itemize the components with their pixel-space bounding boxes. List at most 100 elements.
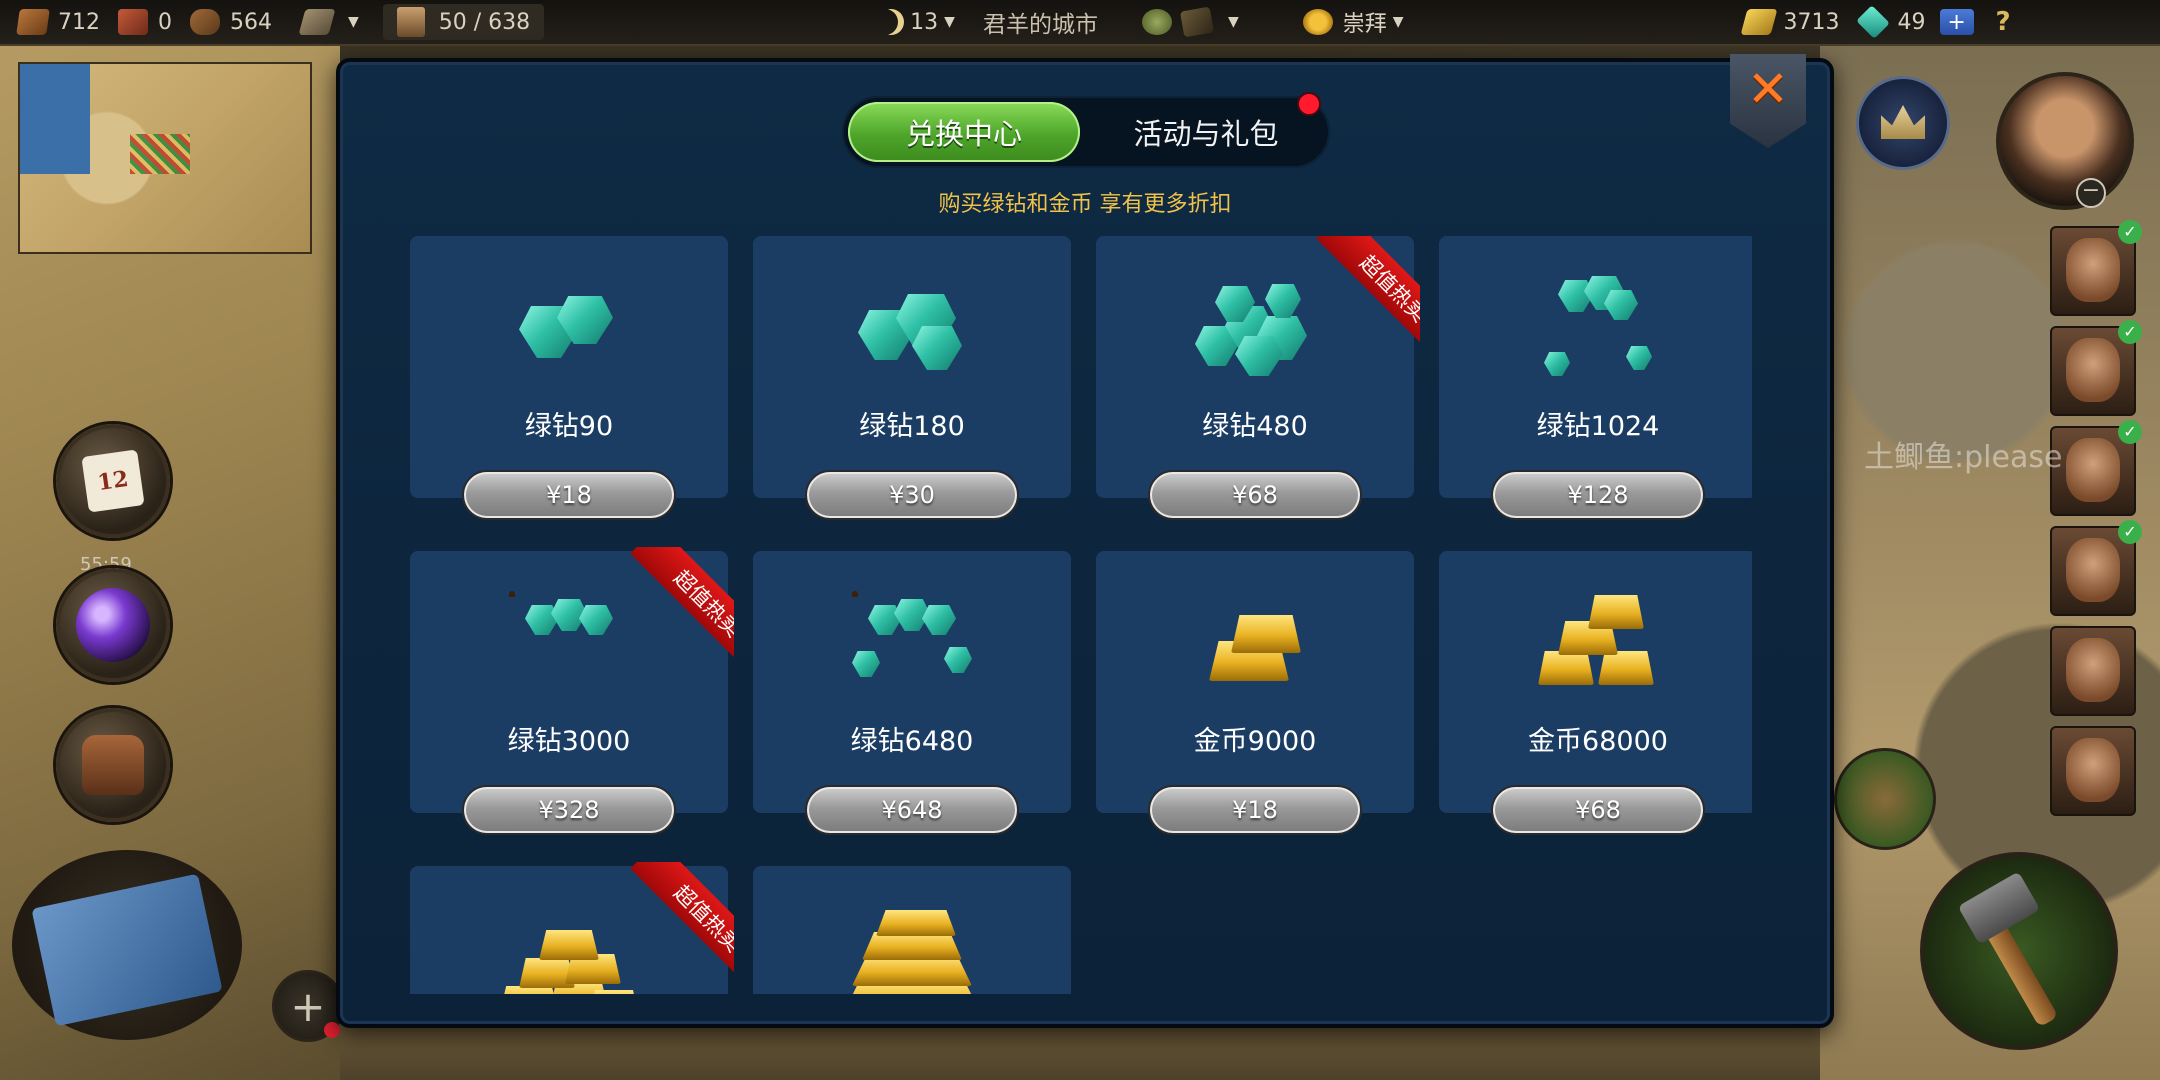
terrain-strip xyxy=(340,1020,1820,1080)
hero-portrait xyxy=(2066,338,2120,402)
hot-sale-label: 超值热卖 xyxy=(630,862,734,992)
stack-icon xyxy=(298,9,336,35)
gem-counter[interactable]: 49 + xyxy=(1855,5,1974,39)
chevron-down-icon: ▼ xyxy=(348,14,359,30)
product-card[interactable]: 绿钻1024 ¥128 xyxy=(1439,236,1752,520)
hero-slot[interactable]: ✓ xyxy=(2050,220,2142,316)
gold-count: 3713 xyxy=(1783,9,1840,35)
hero-portrait xyxy=(2066,538,2120,602)
religion-label: 崇拜 xyxy=(1342,12,1387,37)
ranking-button[interactable] xyxy=(1856,76,1950,170)
gem-count: 49 xyxy=(1897,9,1926,35)
hero-slot[interactable]: ✓ xyxy=(2050,520,2142,616)
buy-button[interactable]: ¥128 xyxy=(1491,470,1705,520)
resource-brick[interactable]: 0 xyxy=(118,9,172,35)
population-count: 50 / 638 xyxy=(438,9,531,35)
moon-icon xyxy=(878,9,904,35)
blueprint-button[interactable] xyxy=(12,850,242,1040)
hero-portrait xyxy=(2066,638,2120,702)
product-card[interactable] xyxy=(753,866,1071,994)
check-icon: ✓ xyxy=(2118,220,2142,244)
resource-wood[interactable]: 712 xyxy=(16,9,100,35)
product-card[interactable]: 金币68000 ¥68 xyxy=(1439,551,1752,835)
potion-button[interactable] xyxy=(56,568,170,682)
collapse-icon[interactable]: − xyxy=(2076,178,2106,208)
add-gems-button[interactable]: + xyxy=(1939,9,1974,35)
product-card[interactable]: 金币9000 ¥18 xyxy=(1096,551,1414,835)
product-name: 金币68000 xyxy=(1528,726,1668,757)
product-card[interactable]: 绿钻6480 ¥648 xyxy=(753,551,1071,835)
check-icon: ✓ xyxy=(2118,320,2142,344)
crown-icon xyxy=(1881,105,1925,139)
shop-dialog: 兑换中心 活动与礼包 购买绿钻和金币 享有更多折扣 ✕ 绿钻90 ¥18 绿钻180… xyxy=(336,54,1834,1028)
tab-exchange-center[interactable]: 兑换中心 xyxy=(848,102,1080,162)
close-button[interactable]: ✕ xyxy=(1730,54,1806,148)
gem-chest-large-icon xyxy=(852,591,972,697)
resource-bar: 712 0 564 ▼ 50 / 638 13 ▼ 君羊的城市 ▼ 崇拜 ▼ 3… xyxy=(0,0,2160,46)
product-name: 绿钻180 xyxy=(859,411,965,442)
inventory-button[interactable] xyxy=(56,708,170,822)
tab-notification-badge xyxy=(1297,92,1321,116)
hot-sale-ribbon: 超值热卖 xyxy=(604,547,734,677)
buy-button[interactable]: ¥68 xyxy=(1491,785,1705,835)
product-card[interactable]: 绿钻180 ¥30 xyxy=(753,236,1071,520)
product-card[interactable]: 绿钻480 ¥68 超值热卖 xyxy=(1096,236,1420,520)
check-icon: ✓ xyxy=(2118,420,2142,444)
buy-button[interactable]: ¥30 xyxy=(805,470,1019,520)
buy-button[interactable]: ¥328 xyxy=(462,785,676,835)
hero-slot[interactable] xyxy=(2050,626,2136,716)
potion-icon xyxy=(76,588,150,662)
help-button[interactable]: ? xyxy=(1996,7,2011,37)
hot-sale-ribbon: 超值热卖 xyxy=(604,862,734,992)
turn-number: 13 xyxy=(910,9,939,35)
resource-log[interactable]: 564 xyxy=(190,9,272,35)
promo-banner: 购买绿钻和金币 享有更多折扣 xyxy=(938,192,1232,217)
religion-menu[interactable]: 崇拜 ▼ xyxy=(1302,6,1404,38)
minimap-town xyxy=(130,134,190,174)
tab-events-and-packs[interactable]: 活动与礼包 xyxy=(1090,102,1322,162)
buy-button[interactable]: ¥648 xyxy=(805,785,1019,835)
product-card[interactable]: 超值热卖 xyxy=(410,862,734,994)
hero-slot[interactable]: ✓ xyxy=(2050,320,2142,416)
city-name[interactable]: 君羊的城市 xyxy=(983,5,1098,39)
gold-heap-icon xyxy=(842,906,982,994)
product-name: 绿钻480 xyxy=(1202,411,1308,442)
buy-button[interactable]: ¥68 xyxy=(1148,470,1362,520)
buy-button[interactable]: ¥18 xyxy=(1148,785,1362,835)
product-grid[interactable]: 绿钻90 ¥18 绿钻180 ¥30 绿钻480 ¥68 超值热卖 绿钻1024 ¥128 绿钻3… xyxy=(410,236,1752,994)
product-card[interactable]: 绿钻90 ¥18 xyxy=(410,236,728,520)
product-name: 金币9000 xyxy=(1193,726,1317,757)
gold-bar-icon xyxy=(1195,591,1315,697)
product-name: 绿钻3000 xyxy=(507,726,631,757)
minimap-water xyxy=(20,64,90,174)
chevron-down-icon: ▼ xyxy=(1392,14,1404,30)
build-button[interactable] xyxy=(1920,852,2118,1050)
product-card[interactable]: 绿钻3000 ¥328 超值热卖 xyxy=(410,547,734,835)
log-icon xyxy=(190,9,220,35)
calendar-day: 12 xyxy=(96,465,130,497)
resource-menu[interactable]: ▼ xyxy=(298,9,359,35)
scroll-icon xyxy=(1179,6,1214,38)
calendar-button[interactable]: 12 xyxy=(56,424,170,538)
gem-sack-icon xyxy=(1538,276,1658,382)
hot-sale-ribbon: 超值热卖 xyxy=(1290,236,1420,362)
population-box[interactable]: 50 / 638 xyxy=(382,4,545,40)
buy-button[interactable]: ¥18 xyxy=(462,470,676,520)
turn-counter[interactable]: 13 ▼ xyxy=(878,9,955,35)
minimap[interactable] xyxy=(18,62,312,254)
citizen-icon xyxy=(396,7,425,37)
product-name: 绿钻6480 xyxy=(850,726,974,757)
product-name: 绿钻1024 xyxy=(1536,411,1660,442)
road-build-button[interactable] xyxy=(1834,748,1936,850)
hero-portrait xyxy=(2066,438,2120,502)
leader-avatar[interactable] xyxy=(1996,72,2134,210)
chevron-down-icon: ▼ xyxy=(944,14,955,30)
wood-crate-icon xyxy=(16,9,50,35)
policy-menu[interactable]: ▼ xyxy=(1141,6,1239,38)
hero-slot[interactable] xyxy=(2050,726,2136,816)
gold-counter[interactable]: 3713 xyxy=(1740,9,1840,35)
log-count: 564 xyxy=(230,9,272,35)
green-gem-icon xyxy=(509,276,629,382)
sun-icon xyxy=(1302,9,1333,35)
hero-slot[interactable]: ✓ xyxy=(2050,420,2142,516)
